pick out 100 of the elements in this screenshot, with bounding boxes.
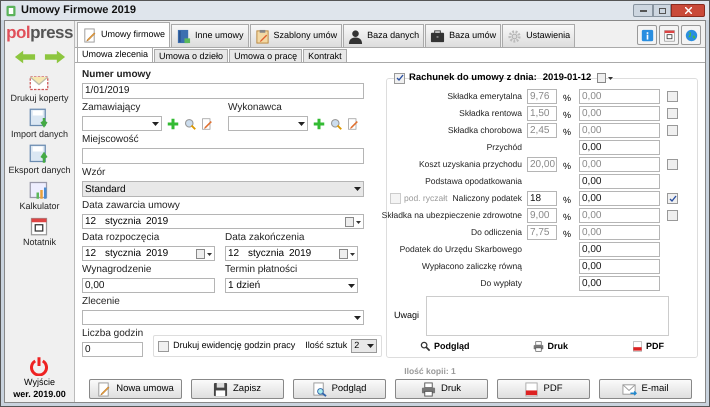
minimize-button[interactable] [633, 4, 653, 17]
field-label: Ilość sztuk [305, 339, 348, 352]
book-icon [176, 28, 192, 44]
tab[interactable]: Umowy firmowe [77, 22, 170, 47]
action-button[interactable]: Druk [394, 379, 488, 399]
date-month: stycznia [105, 215, 142, 228]
sidebar-item[interactable]: Drukuj koperty [10, 92, 68, 104]
export-icon [29, 144, 50, 164]
clipboard-icon [254, 28, 270, 44]
copies-label: Ilość kopii: 1 [403, 366, 456, 377]
printer-icon [533, 341, 544, 352]
caret-icon [354, 316, 361, 320]
checkbox[interactable] [667, 210, 678, 221]
input-field[interactable]: 0,00 [579, 259, 660, 274]
date-year: 2019 [146, 247, 168, 260]
subtab[interactable]: Umowa o pracę [229, 49, 302, 62]
tab[interactable]: Inne umowy [171, 24, 249, 47]
check-icon [668, 194, 676, 202]
dropdown[interactable] [82, 310, 364, 325]
field-label: Składka emerytalna [447, 90, 522, 103]
sidebar-item[interactable]: Import danych [10, 128, 68, 140]
checkbox[interactable] [394, 72, 405, 84]
field-label: Podatek do Urzędu Skarbowego [400, 243, 522, 256]
unit-label: % [563, 92, 572, 102]
field-label: Składka rentowa [459, 107, 522, 120]
import-icon [29, 108, 50, 128]
field-label: Wzór [82, 167, 106, 179]
tab[interactable]: Baza danych [343, 24, 424, 47]
action-link[interactable]: Podgląd [420, 340, 470, 354]
input-field[interactable]: 1/01/2019 [82, 83, 364, 99]
subtab[interactable]: Umowa zlecenia [77, 47, 154, 62]
version-label: wer. 2019.00 [13, 388, 66, 400]
power-icon [29, 356, 50, 376]
input-field[interactable]: 0,00 [82, 278, 215, 293]
checkbox[interactable] [667, 91, 678, 102]
input-field[interactable]: 0 [82, 342, 144, 357]
maximize-button[interactable] [653, 4, 671, 17]
tab[interactable]: Baza umów [425, 24, 502, 47]
exit-button[interactable]: Wyjście [24, 376, 55, 388]
caret-icon [152, 122, 159, 126]
dropdown[interactable]: Standard [82, 181, 364, 197]
action-link[interactable]: Druk [533, 340, 568, 354]
date-year: 2019 [289, 247, 312, 260]
date-field[interactable]: 12 stycznia 2019 [225, 246, 358, 261]
checkbox[interactable] [667, 125, 678, 136]
sidebar-item[interactable]: Notatnik [22, 236, 56, 248]
dropdown[interactable] [228, 116, 308, 131]
field-label: Koszt uzyskania przychodu [419, 158, 522, 171]
notes-field[interactable] [426, 296, 669, 336]
checkbox[interactable] [158, 340, 170, 352]
input-field[interactable]: 0,00 [579, 174, 660, 189]
date-month: stycznia [105, 247, 142, 260]
globe-icon [684, 28, 698, 42]
field-label: Składka chorobowa [448, 124, 522, 137]
date-year: 2019 [146, 215, 168, 228]
close-button[interactable] [671, 4, 705, 17]
date-field[interactable]: 12 stycznia 2019 [82, 246, 215, 261]
action-link[interactable]: PDF [632, 340, 664, 354]
checkbox[interactable] [667, 193, 678, 204]
field-label: Zlecenie [82, 296, 121, 308]
action-button[interactable]: PDF [496, 379, 590, 399]
logo: polpress [6, 23, 73, 43]
input-field[interactable]: 0,00 [579, 191, 660, 206]
date-field[interactable]: 12 stycznia 2019 [82, 214, 364, 229]
preview-icon [312, 382, 327, 396]
input-field[interactable]: 0,00 [579, 242, 660, 257]
tab[interactable]: Ustawienia [502, 24, 576, 47]
subtab[interactable]: Kontrakt [303, 49, 347, 62]
action-button[interactable]: Zapisz [190, 379, 284, 399]
action-button[interactable]: Nowa umowa [88, 379, 182, 399]
action-button[interactable]: E-mail [598, 379, 692, 399]
calendar-icon [662, 28, 676, 42]
window-title: Umowy Firmowe 2019 [21, 3, 136, 18]
magnifier-icon [420, 341, 431, 352]
field-label: Składka na ubezpieczenie zdrowotne [382, 209, 522, 222]
action-button[interactable]: Podgląd [292, 379, 386, 399]
field-label: Zamawiający [82, 102, 142, 114]
checkbox[interactable] [667, 108, 678, 119]
dropdown[interactable]: 1 dzień [225, 278, 358, 293]
sidebar-item[interactable]: Eksport danych [8, 164, 71, 176]
unit-label: % [563, 194, 572, 204]
plus-icon [313, 118, 325, 130]
dropdown[interactable]: 2 [351, 339, 378, 353]
sidebar-item[interactable]: Kalkulator [19, 200, 60, 212]
input-field[interactable]: 18 [527, 191, 557, 206]
calendar-button[interactable] [659, 25, 679, 45]
tab[interactable]: Szablony umów [250, 24, 342, 47]
dropdown[interactable] [82, 116, 162, 131]
input-field[interactable] [82, 148, 364, 164]
info-icon [640, 28, 654, 42]
input-field[interactable]: 0,00 [579, 140, 660, 155]
input-field[interactable]: 0,00 [579, 276, 660, 291]
checkbox[interactable] [667, 159, 678, 170]
field-label: Wypłacono zaliczkę równą [422, 260, 522, 273]
checkbox-label: Drukuj ewidencję godzin pracy [173, 339, 296, 352]
floppy-icon [213, 382, 228, 396]
document-icon [82, 28, 97, 42]
date-field[interactable]: 2019-01-12 [540, 71, 615, 85]
subtab[interactable]: Umowa o dzieło [154, 49, 228, 62]
field-label: Do wypłaty [480, 277, 522, 290]
